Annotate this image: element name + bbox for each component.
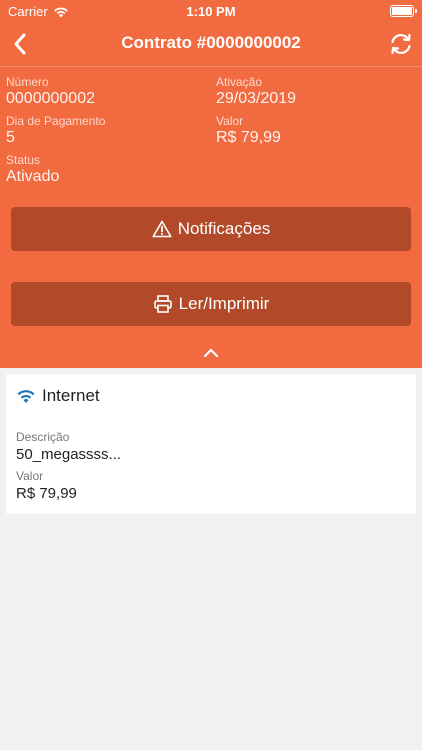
service-card[interactable]: Internet Descrição 50_megassss... Valor … xyxy=(6,374,416,514)
valor-value: R$ 79,99 xyxy=(216,129,281,146)
descricao-label: Descrição xyxy=(16,430,70,444)
notificacoes-button[interactable]: Notificações xyxy=(11,207,411,251)
ler-imprimir-button[interactable]: Ler/Imprimir xyxy=(11,282,411,326)
battery-icon xyxy=(390,5,417,17)
service-header: Internet xyxy=(16,386,100,406)
dia-pagamento-value: 5 xyxy=(6,129,15,146)
nav-bar: Contrato #0000000002 xyxy=(0,22,422,66)
numero-value: 0000000002 xyxy=(6,90,95,107)
ativacao-value: 29/03/2019 xyxy=(216,90,297,107)
ativacao-label: Ativação xyxy=(216,75,263,89)
ativacao-field: Ativação 29/03/2019 xyxy=(216,75,296,108)
service-name: Internet xyxy=(42,386,100,405)
refresh-icon xyxy=(391,33,411,55)
service-valor-value: R$ 79,99 xyxy=(16,485,77,502)
numero-field: Número 0000000002 xyxy=(6,75,95,108)
service-valor-label: Valor xyxy=(16,469,44,483)
warning-icon xyxy=(152,220,172,238)
status-value: Ativado xyxy=(6,168,60,185)
header-divider xyxy=(0,66,422,67)
valor-field: Valor R$ 79,99 xyxy=(216,114,281,147)
dia-pagamento-field: Dia de Pagamento 5 xyxy=(6,114,105,147)
dia-pagamento-label: Dia de Pagamento xyxy=(6,114,106,128)
refresh-button[interactable] xyxy=(386,29,416,59)
status-bar: Carrier 1:10 PM xyxy=(0,0,422,22)
status-label: Status xyxy=(6,153,41,167)
status-field: Status Ativado xyxy=(6,153,59,186)
chevron-up-icon xyxy=(203,348,219,358)
descricao-field: Descrição 50_megassss... xyxy=(16,430,121,464)
valor-label: Valor xyxy=(216,114,244,128)
page-title: Contrato #0000000002 xyxy=(121,33,301,52)
service-valor-field: Valor R$ 79,99 xyxy=(16,469,77,503)
collapse-button[interactable] xyxy=(201,346,221,360)
printer-icon xyxy=(153,295,172,313)
wifi-icon xyxy=(17,390,35,403)
notificacoes-label: Notificações xyxy=(177,219,271,238)
clock: 1:10 PM xyxy=(186,4,236,19)
ler-imprimir-label: Ler/Imprimir xyxy=(178,294,270,313)
descricao-value: 50_megassss... xyxy=(16,446,122,463)
numero-label: Número xyxy=(6,75,49,89)
